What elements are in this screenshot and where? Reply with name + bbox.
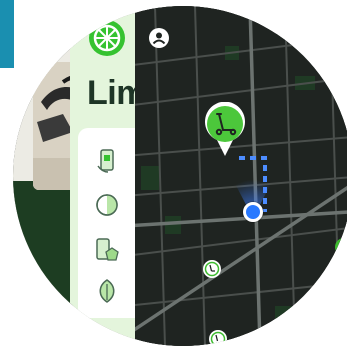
phone-tap-icon [94,236,120,262]
scooter-poi-marker[interactable] [209,330,227,346]
accent-strip [0,0,14,68]
scooter-poi-marker[interactable] [335,238,347,256]
scooter-pin[interactable] [203,101,247,158]
current-location-dot [243,202,263,222]
leaf-icon [94,278,120,304]
phone-scan-icon [94,148,120,174]
user-icon[interactable] [149,28,169,48]
lime-logo-icon [89,20,125,56]
scooter-poi-marker[interactable] [203,260,221,278]
grass-area [13,181,73,346]
watch-screen: Lim [13,6,347,346]
timer-icon [94,192,120,218]
